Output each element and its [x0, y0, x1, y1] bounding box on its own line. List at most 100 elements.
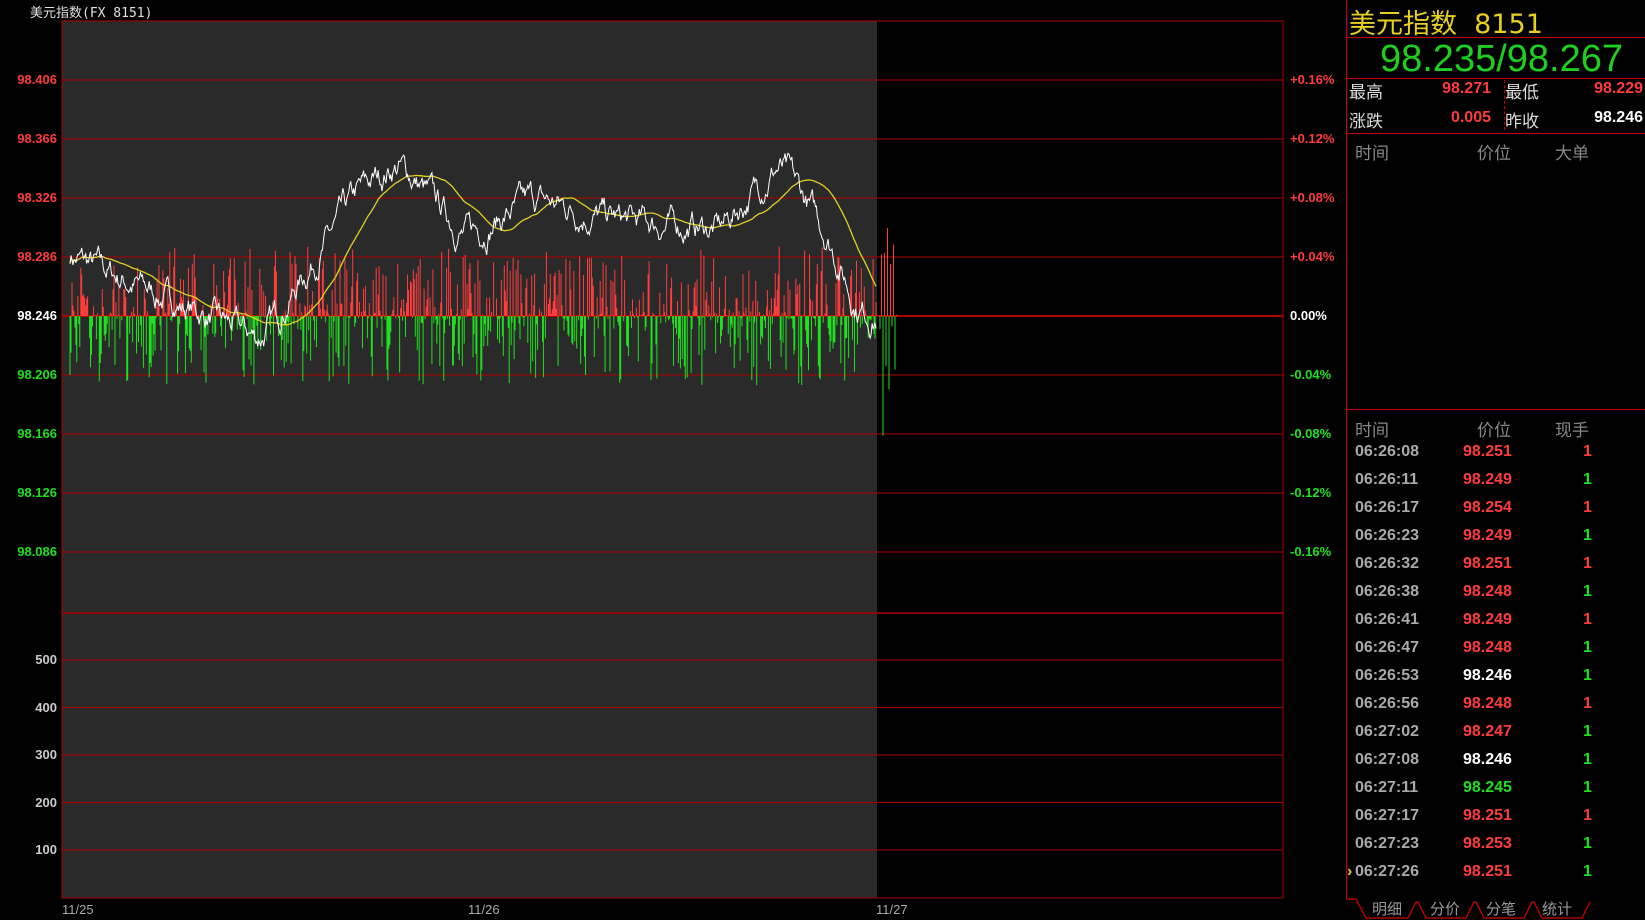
tick-price: 98.248: [1463, 695, 1512, 712]
tick-row[interactable]: 06:26:32 98.251 1: [1347, 555, 1645, 583]
tick-volume: 1: [1583, 751, 1592, 768]
tick-volume: 1: [1583, 527, 1592, 544]
tab-price-distribution[interactable]: 分价: [1430, 898, 1460, 919]
tick-time: 06:26:47: [1355, 639, 1420, 656]
tick-volume: 1: [1583, 723, 1592, 740]
tick-row[interactable]: 06:26:47 98.248 1: [1347, 639, 1645, 667]
cursor-marker-icon: ›: [1347, 863, 1353, 880]
high-value: 98.271: [1442, 80, 1491, 97]
tab-detail[interactable]: 明细: [1372, 898, 1402, 919]
tick-price: 98.245: [1463, 779, 1512, 796]
price-axis-label: 98.326: [17, 190, 57, 205]
tick-price: 98.246: [1463, 667, 1512, 684]
tick-time: 06:26:11: [1355, 471, 1419, 488]
volume-axis-label: 300: [35, 747, 57, 762]
tick-volume: 1: [1583, 667, 1592, 684]
prev-close-value: 98.246: [1594, 109, 1643, 126]
tick-row[interactable]: 06:26:38 98.248 1: [1347, 583, 1645, 611]
big-order-header-price: 价位: [1477, 144, 1511, 164]
tick-time: 06:26:17: [1355, 499, 1420, 516]
tab-trades[interactable]: 分笔: [1486, 898, 1516, 919]
tick-price: 98.248: [1463, 583, 1512, 600]
tick-time: 06:26:38: [1355, 583, 1420, 600]
tick-volume: 1: [1583, 471, 1592, 488]
tick-price: 98.253: [1463, 835, 1512, 852]
tick-price: 98.251: [1463, 807, 1512, 824]
tick-volume: 1: [1583, 835, 1592, 852]
tick-time: 06:26:32: [1355, 555, 1420, 572]
percent-axis-label: -0.08%: [1290, 426, 1332, 441]
change-label: 涨跌: [1349, 112, 1383, 132]
volume-axis-label: 100: [35, 842, 57, 857]
tab-statistics[interactable]: 统计: [1542, 898, 1572, 919]
tick-time: 06:26:56: [1355, 695, 1420, 712]
tick-price: 98.249: [1463, 611, 1512, 628]
percent-axis-label: -0.04%: [1290, 367, 1332, 382]
volume-axis-label: 500: [35, 652, 57, 667]
tick-price: 98.248: [1463, 639, 1512, 656]
tick-row[interactable]: 06:26:11 98.249 1: [1347, 471, 1645, 499]
percent-axis-label: -0.12%: [1290, 485, 1332, 500]
ticks-header-time: 时间: [1355, 421, 1389, 441]
low-label: 最低: [1505, 83, 1539, 103]
ticks-header-price: 价位: [1477, 421, 1511, 441]
date-axis-label: 11/25: [62, 902, 94, 917]
tick-row[interactable]: 06:26:23 98.249 1: [1347, 527, 1645, 555]
tick-row[interactable]: 06:26:17 98.254 1: [1347, 499, 1645, 527]
high-label: 最高: [1349, 83, 1383, 103]
tick-row[interactable]: 06:26:08 98.251 1: [1347, 443, 1645, 471]
instrument-name: 美元指数: [1349, 9, 1457, 40]
tick-price: 98.249: [1463, 527, 1512, 544]
tick-time: 06:27:11: [1355, 779, 1419, 796]
tick-price: 98.251: [1463, 555, 1512, 572]
instrument-code: 8151: [1474, 9, 1543, 40]
tick-price: 98.249: [1463, 471, 1512, 488]
stats-divider: [1504, 80, 1505, 130]
price-axis-label: 98.406: [17, 72, 57, 87]
intraday-chart[interactable]: [0, 0, 1346, 920]
low-value: 98.229: [1594, 80, 1643, 97]
tick-row[interactable]: 06:27:11 98.245 1: [1347, 779, 1645, 807]
price-axis-label: 98.206: [17, 367, 57, 382]
price-axis-label: 98.366: [17, 131, 57, 146]
tick-price: 98.251: [1463, 443, 1512, 460]
tick-price: 98.246: [1463, 751, 1512, 768]
tick-row[interactable]: 06:27:08 98.246 1: [1347, 751, 1645, 779]
quote-panel: 美元指数 8151 98.235/98.267 最高 98.271 最低 98.…: [1346, 0, 1645, 898]
date-axis-label: 11/26: [468, 902, 500, 917]
tick-row[interactable]: 06:27:23 98.253 1: [1347, 835, 1645, 863]
tick-volume: 1: [1583, 499, 1592, 516]
tick-time: 06:27:23: [1355, 835, 1420, 852]
percent-axis-label: -0.16%: [1290, 544, 1332, 559]
percent-axis-label: +0.16%: [1290, 72, 1335, 87]
volume-axis-label: 400: [35, 699, 57, 715]
tick-price: 98.247: [1463, 723, 1512, 740]
tick-row[interactable]: 06:26:56 98.248 1: [1347, 695, 1645, 723]
price-axis-label: 98.166: [17, 426, 57, 441]
tick-row[interactable]: 06:27:26 98.251 1 ›: [1347, 863, 1645, 891]
session-shade: [62, 21, 877, 898]
price-axis-label: 98.286: [17, 249, 57, 264]
percent-axis-label: 0.00%: [1290, 308, 1327, 323]
prev-close-label: 昨收: [1505, 112, 1539, 132]
tick-row[interactable]: 06:27:02 98.247 1: [1347, 723, 1645, 751]
tick-volume: 1: [1583, 695, 1592, 712]
big-order-header-size: 大单: [1555, 144, 1589, 164]
ticks-header-volume: 现手: [1555, 421, 1589, 441]
tick-time: 06:26:41: [1355, 611, 1420, 628]
tick-row[interactable]: 06:27:17 98.251 1: [1347, 807, 1645, 835]
tick-volume: 1: [1583, 639, 1592, 656]
tick-row[interactable]: 06:26:53 98.246 1: [1347, 667, 1645, 695]
divider: [1347, 409, 1645, 410]
tick-volume: 1: [1583, 555, 1592, 572]
tick-time: 06:26:53: [1355, 667, 1420, 684]
tick-volume: 1: [1583, 863, 1592, 880]
tick-time: 06:26:23: [1355, 527, 1420, 544]
big-order-header-time: 时间: [1355, 144, 1389, 164]
tick-time: 06:27:17: [1355, 807, 1420, 824]
price-axis-label: 98.086: [17, 544, 57, 559]
tick-row[interactable]: 06:26:41 98.249 1: [1347, 611, 1645, 639]
tick-time: 06:27:08: [1355, 751, 1420, 768]
date-axis-label: 11/27: [876, 902, 908, 917]
tick-volume: 1: [1583, 443, 1592, 460]
